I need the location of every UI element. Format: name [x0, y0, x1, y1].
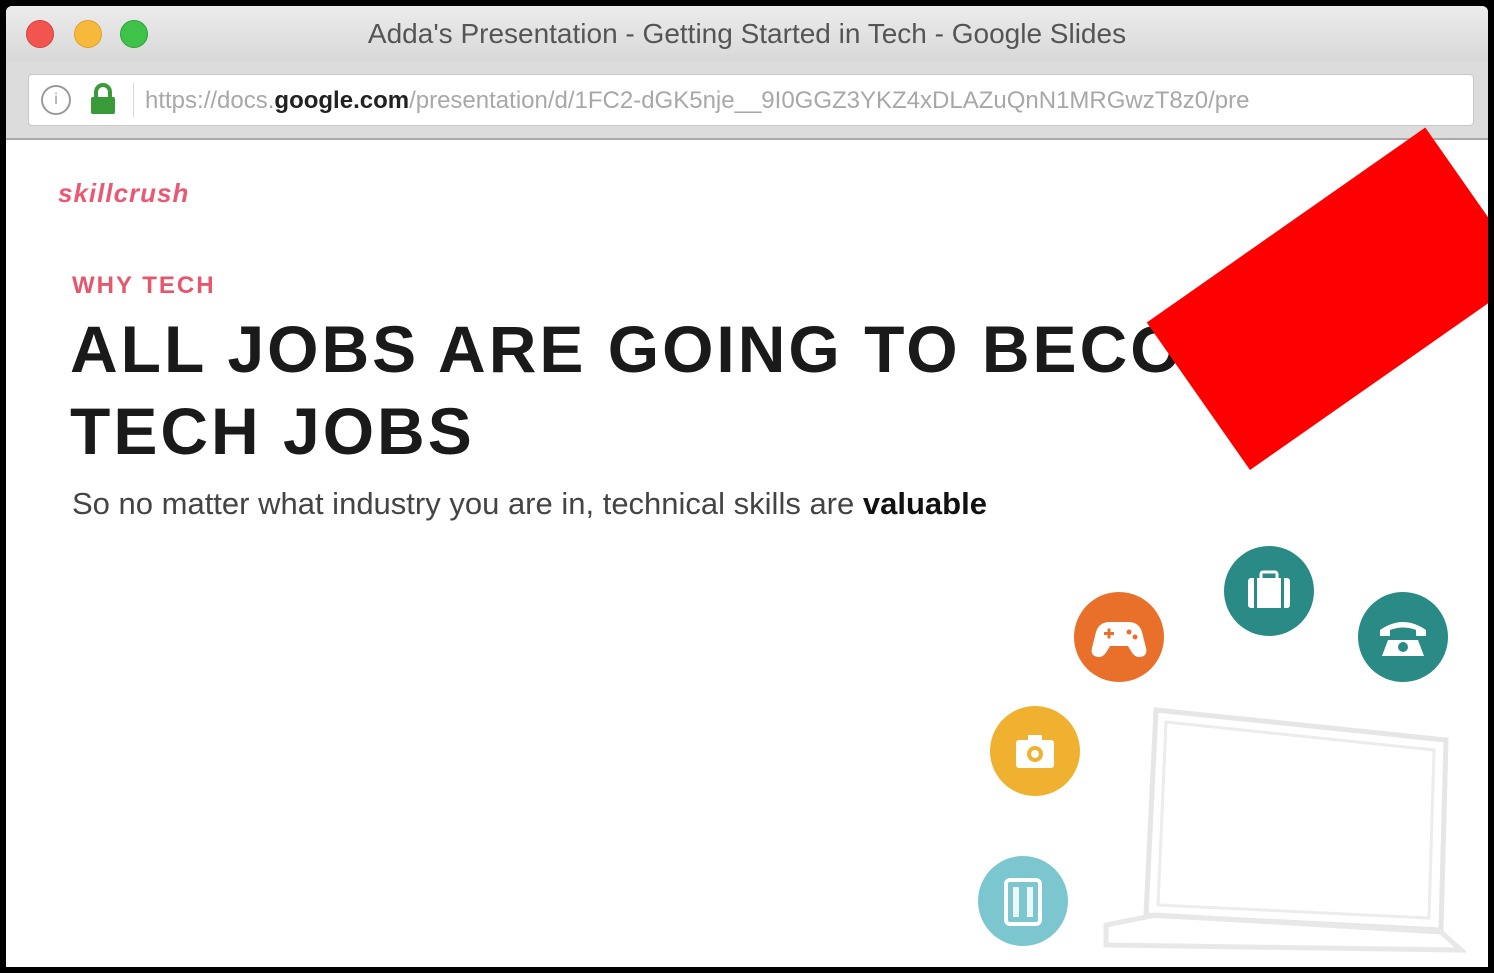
url-field[interactable]: https://docs.google.com/presentation/d/1…	[145, 87, 1465, 115]
zoom-window-button[interactable]	[120, 20, 148, 48]
briefcase-icon	[1224, 546, 1314, 636]
browser-window: Adda's Presentation - Getting Started in…	[6, 6, 1488, 967]
subhead-text: So no matter what industry you are in, t…	[72, 486, 863, 521]
url-prefix: https://docs.	[145, 87, 275, 114]
brand-logo: skillcrush	[58, 178, 190, 208]
minimize-window-button[interactable]	[74, 20, 102, 48]
slide-canvas: skillcrush WHY TECH ALL JOBS ARE GOING T…	[6, 127, 1488, 967]
close-window-button[interactable]	[26, 20, 54, 48]
camera-icon	[990, 706, 1080, 796]
title-bar: Adda's Presentation - Getting Started in…	[6, 6, 1488, 62]
toolbar: i https://docs.google.com/presentation/d…	[6, 62, 1488, 140]
url-path: /presentation/d/1FC2-dGK5nje__9I0GGZ3YKZ…	[409, 87, 1250, 114]
info-icon[interactable]: i	[41, 85, 71, 115]
window-title: Adda's Presentation - Getting Started in…	[367, 18, 1127, 49]
url-separator	[133, 83, 134, 117]
lock-icon	[91, 83, 115, 114]
tablet-icon	[978, 856, 1068, 946]
telephone-icon	[1358, 592, 1448, 682]
gamepad-icon	[1074, 592, 1164, 682]
laptop-icon	[1103, 707, 1466, 953]
slide-subhead: So no matter what industry you are in, t…	[72, 486, 987, 522]
slide-eyebrow: WHY TECH	[72, 272, 216, 299]
subhead-bold: valuable	[862, 486, 987, 521]
url-host: google.com	[274, 87, 410, 114]
address-bar[interactable]: i https://docs.google.com/presentation/d…	[28, 74, 1474, 126]
